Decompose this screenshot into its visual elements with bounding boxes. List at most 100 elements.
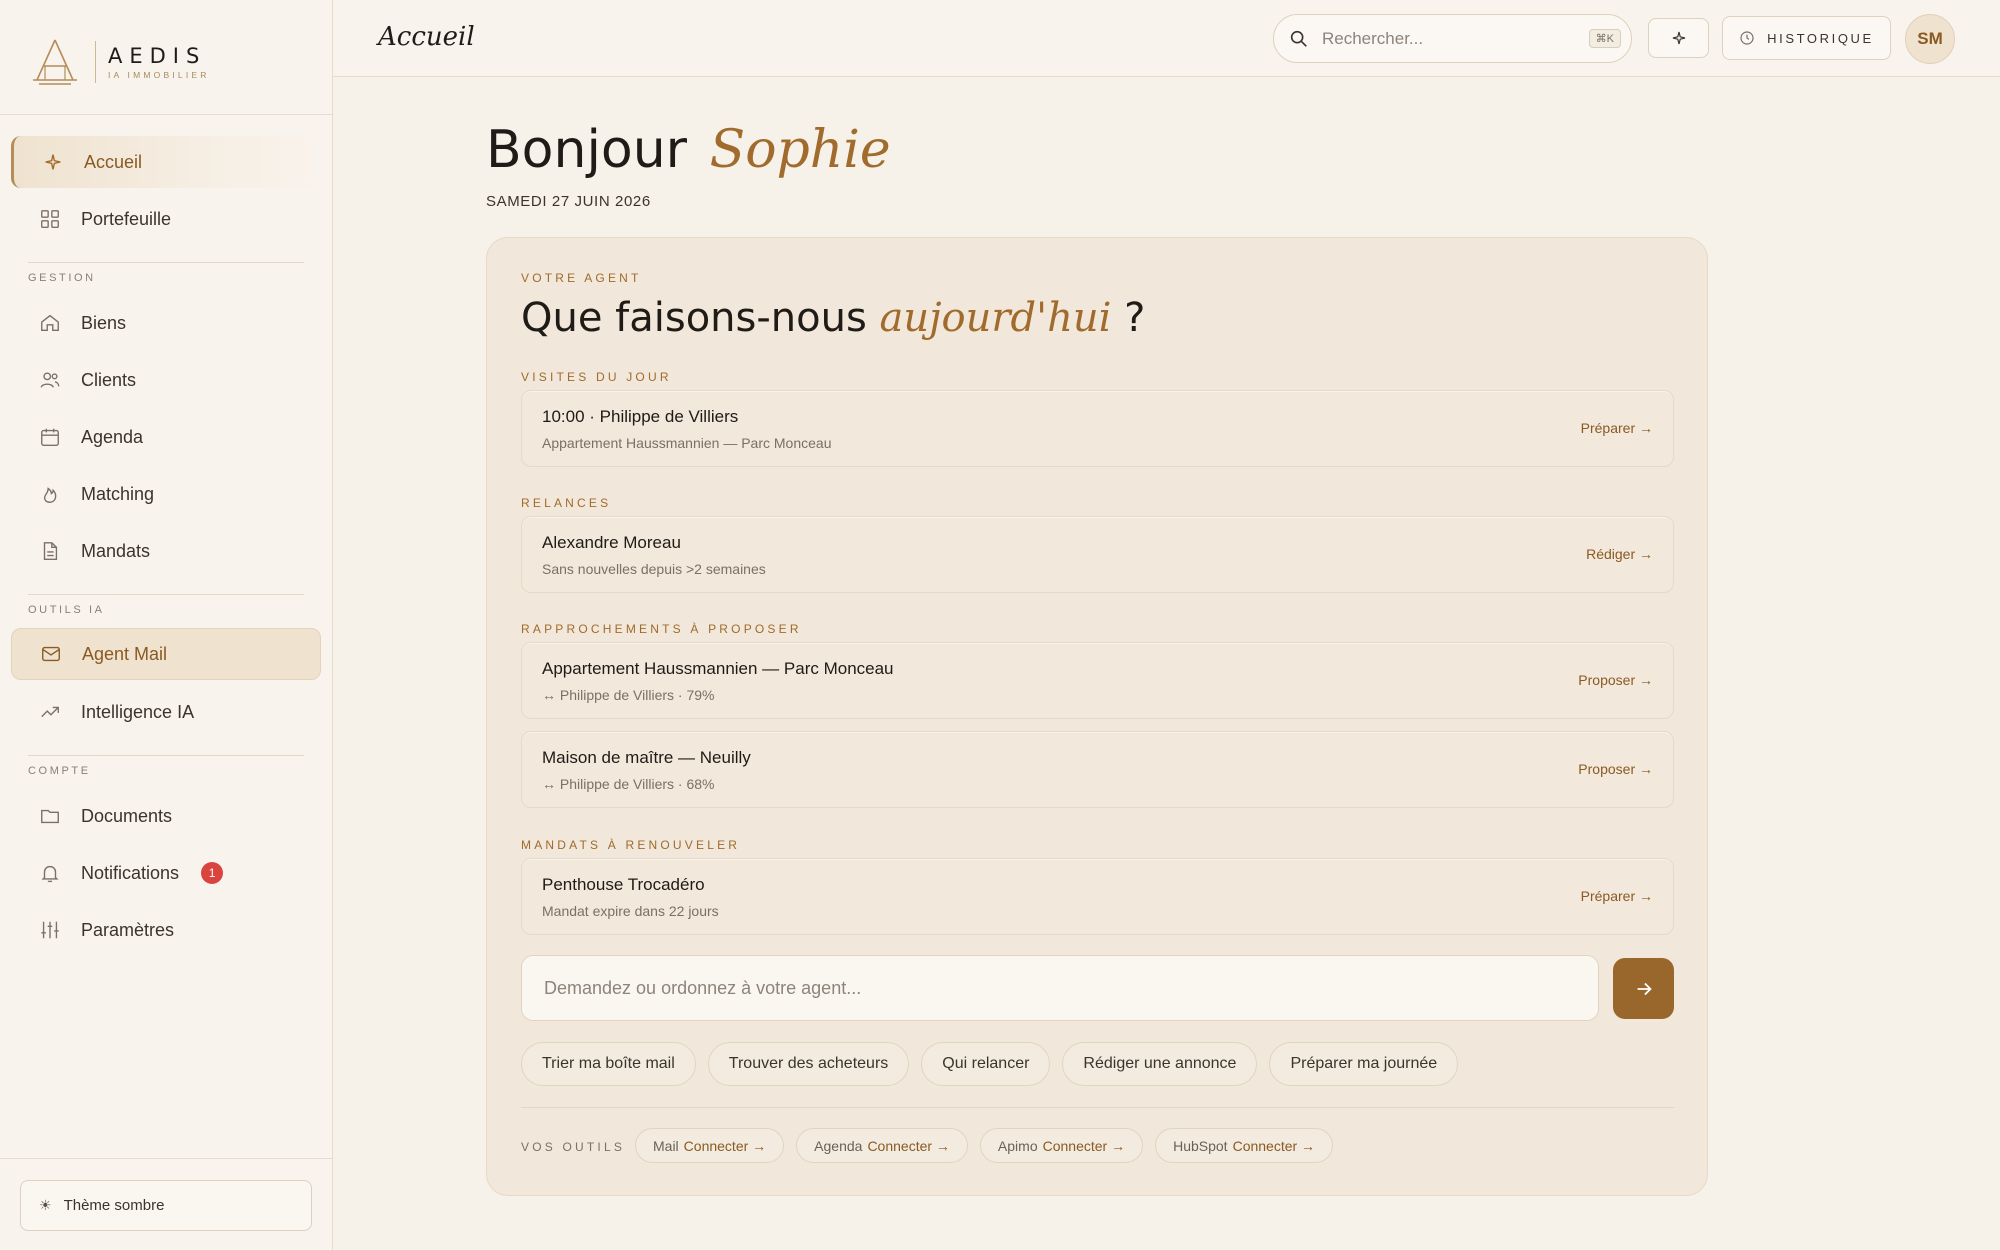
home-icon [39,312,61,334]
section-label-mandats: MANDATS À RENOUVELER [521,838,741,852]
clock-icon [1740,31,1754,45]
tool-connect-hubspot[interactable]: HubSpot Connecter → [1155,1128,1334,1163]
logo-separator [95,41,96,83]
suggestion-chip[interactable]: Trier ma boîte mail [521,1042,696,1086]
suggestion-chips: Trier ma boîte mail Trouver des acheteur… [521,1042,1459,1086]
greeting-name: Sophie [709,120,891,180]
agent-prompt-input[interactable] [544,977,1598,999]
prepare-button[interactable]: Préparer → [1581,888,1653,904]
search-input[interactable] [1322,28,1582,49]
sidebar-item-mandats[interactable]: Mandats [11,525,321,577]
agent-title-emphasis: aujourd'hui [879,295,1112,341]
sidebar-item-accueil[interactable]: Accueil [11,136,321,188]
sidebar-item-label: Agent Mail [82,643,168,664]
task-subtitle: Mandat expire dans 22 jours [542,903,719,919]
sidebar-item-label: Agenda [81,426,144,447]
task-row-mandat[interactable]: Penthouse Trocadéro Mandat expire dans 2… [521,858,1674,935]
section-label-rapprochements: RAPPROCHEMENTS À PROPOSER [521,622,802,636]
sidebar-divider [0,114,333,115]
task-row-relance[interactable]: Alexandre Moreau Sans nouvelles depuis >… [521,516,1674,593]
sidebar-item-intelligence-ia[interactable]: Intelligence IA [11,686,321,738]
task-title: Appartement Haussmannien — Parc Monceau [542,659,894,678]
grid-icon [39,208,61,230]
sidebar: AEDIS IA IMMOBILIER Accueil Portefeuille… [0,0,333,1250]
search-icon [1290,30,1307,47]
sun-icon: ☀ [39,1197,52,1213]
task-title: Maison de maître — Neuilly [542,748,751,767]
sidebar-item-agent-mail[interactable]: Agent Mail [11,628,321,680]
brand-name: AEDIS [108,44,207,68]
theme-toggle-button[interactable]: ☀ Thème sombre [20,1180,312,1231]
draft-button[interactable]: Rédiger → [1586,546,1653,562]
propose-button[interactable]: Proposer → [1578,761,1653,777]
tool-name: Agenda [814,1137,863,1154]
tool-name: Mail [653,1137,679,1154]
document-icon [39,540,61,562]
history-button[interactable]: HISTORIQUE [1722,16,1891,60]
task-subtitle: ↔ Philippe de Villiers · 68% [542,776,715,792]
sidebar-item-clients[interactable]: Clients [11,354,321,406]
send-button[interactable] [1613,958,1674,1019]
logo[interactable]: AEDIS IA IMMOBILIER [29,36,309,88]
folder-icon [39,805,61,827]
sidebar-item-biens[interactable]: Biens [11,297,321,349]
suggestion-chip[interactable]: Préparer ma journée [1269,1042,1459,1086]
brand-tagline: IA IMMOBILIER [108,70,210,80]
search-box[interactable]: ⌘K [1273,14,1632,63]
greeting-heading: Bonjour Sophie [486,120,891,180]
suggestion-chip[interactable]: Qui relancer [921,1042,1051,1086]
sidebar-item-matching[interactable]: Matching [11,468,321,520]
tool-connect-apimo[interactable]: Apimo Connecter → [979,1128,1144,1163]
sidebar-item-label: Intelligence IA [81,701,195,722]
sidebar-item-parametres[interactable]: Paramètres [11,904,321,956]
task-subtitle: Appartement Haussmannien — Parc Monceau [542,435,832,451]
section-divider [28,262,304,263]
mail-icon [40,643,62,665]
avatar[interactable]: SM [1905,14,1955,64]
history-label: HISTORIQUE [1767,30,1874,46]
sidebar-item-portefeuille[interactable]: Portefeuille [11,193,321,245]
topbar: Accueil ⌘K HISTORIQUE SM [333,0,2000,77]
agent-title: Que faisons-nous aujourd'hui ? [521,295,1145,341]
theme-toggle-label: Thème sombre [63,1197,165,1214]
prepare-button[interactable]: Préparer → [1581,420,1653,436]
sidebar-item-label: Documents [81,805,173,826]
task-row-rapprochement[interactable]: Appartement Haussmannien — Parc Monceau … [521,642,1674,719]
flame-icon [39,483,61,505]
sidebar-item-label: Portefeuille [81,208,172,229]
sidebar-item-label: Clients [81,369,137,390]
sidebar-item-label: Mandats [81,540,151,561]
sidebar-item-agenda[interactable]: Agenda [11,411,321,463]
sidebar-item-notifications[interactable]: Notifications 1 [11,847,321,899]
section-divider [28,594,304,595]
tool-connect-mail[interactable]: Mail Connecter → [635,1128,785,1163]
users-icon [39,369,61,391]
logo-mark-icon [33,39,77,85]
trend-icon [39,701,61,723]
sparkle-icon [42,151,64,173]
greeting-hello: Bonjour [486,120,688,180]
task-row-visite[interactable]: 10:00 · Philippe de Villiers Appartement… [521,390,1674,467]
tool-connect-agenda[interactable]: Agenda Connecter → [796,1128,968,1163]
calendar-icon [39,426,61,448]
ai-assist-button[interactable] [1648,18,1709,58]
agent-prompt[interactable] [521,955,1599,1021]
suggestion-chip[interactable]: Trouver des acheteurs [707,1042,910,1086]
task-row-rapprochement[interactable]: Maison de maître — Neuilly ↔ Philippe de… [521,731,1674,808]
task-subtitle: Sans nouvelles depuis >2 semaines [542,561,766,577]
task-title: Alexandre Moreau [542,533,681,552]
tool-connect-label: Connecter → [1042,1137,1126,1154]
task-title: Penthouse Trocadéro [542,875,705,894]
sidebar-bottom-divider [0,1158,333,1159]
suggestion-chip[interactable]: Rédiger une annonce [1062,1042,1258,1086]
propose-button[interactable]: Proposer → [1578,672,1653,688]
tool-connectors: Mail Connecter → Agenda Connecter → Apim… [635,1128,1334,1163]
notification-badge: 1 [201,862,224,884]
sidebar-item-label: Notifications [81,862,180,883]
agent-title-end: ? [1124,295,1146,341]
agent-title-start: Que faisons-nous [521,295,867,341]
sidebar-item-documents[interactable]: Documents [11,790,321,842]
section-label-gestion: GESTION [28,272,96,284]
section-label-visites: VISITES DU JOUR [521,370,672,384]
bell-icon [39,862,61,884]
